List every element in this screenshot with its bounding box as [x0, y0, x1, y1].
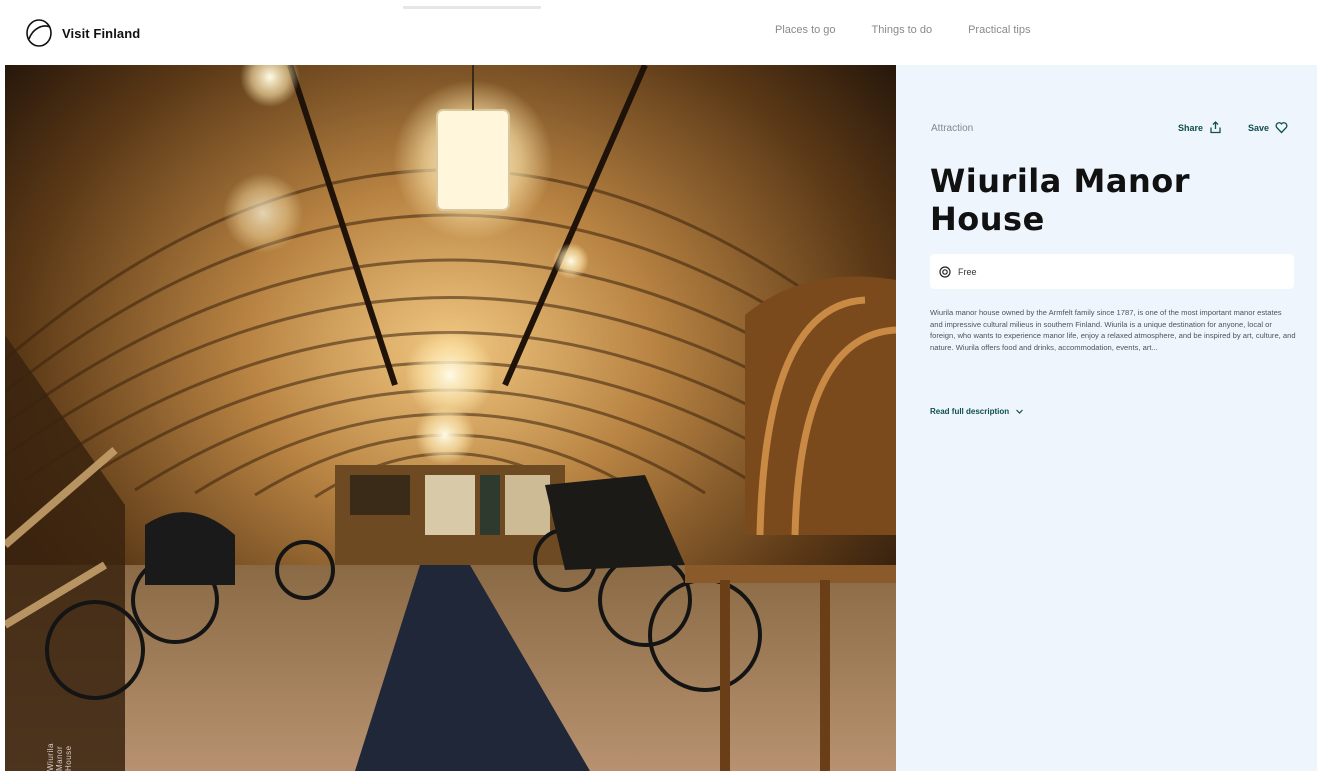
- site-header: Visit Finland Places to go Things to do …: [0, 0, 1317, 64]
- attic-photo: [5, 65, 896, 771]
- price-text: Free: [958, 266, 977, 277]
- action-bar: Share Save: [1178, 121, 1288, 134]
- page-title: Wiurila Manor House: [930, 162, 1190, 238]
- hero-image: Wiurila Manor House: [5, 65, 896, 771]
- price-info: Free: [930, 254, 1294, 289]
- brand-name: Visit Finland: [62, 25, 141, 41]
- share-icon: [1210, 121, 1221, 134]
- read-more-label: Read full description: [930, 407, 1010, 416]
- share-button[interactable]: Share: [1178, 121, 1222, 134]
- logo-link[interactable]: Visit Finland: [24, 18, 140, 48]
- nav-item-practical-tips[interactable]: Practical tips: [968, 24, 1030, 36]
- save-label: Save: [1247, 122, 1269, 133]
- read-full-description-button[interactable]: Read full description: [930, 407, 1024, 416]
- attraction-details-panel: Attraction Share Save Wiurila Manor Hous…: [896, 65, 1317, 771]
- heart-icon: [1275, 122, 1288, 134]
- chevron-down-icon: [1016, 409, 1024, 414]
- share-label: Share: [1177, 122, 1203, 133]
- nav-item-things-to-do[interactable]: Things to do: [872, 24, 933, 36]
- scroll-indicator: [403, 6, 541, 9]
- nav-item-places-to-go[interactable]: Places to go: [775, 24, 836, 36]
- photo-credit: Wiurila Manor House: [46, 743, 73, 771]
- description-text: Wiurila manor house owned by the Armfelt…: [930, 308, 1296, 352]
- category-label: Attraction: [931, 123, 974, 134]
- main-nav: Places to go Things to do Practical tips: [775, 24, 1030, 36]
- visit-finland-logo-icon: [26, 19, 52, 47]
- save-button[interactable]: Save: [1248, 121, 1288, 134]
- coin-icon: [939, 265, 951, 278]
